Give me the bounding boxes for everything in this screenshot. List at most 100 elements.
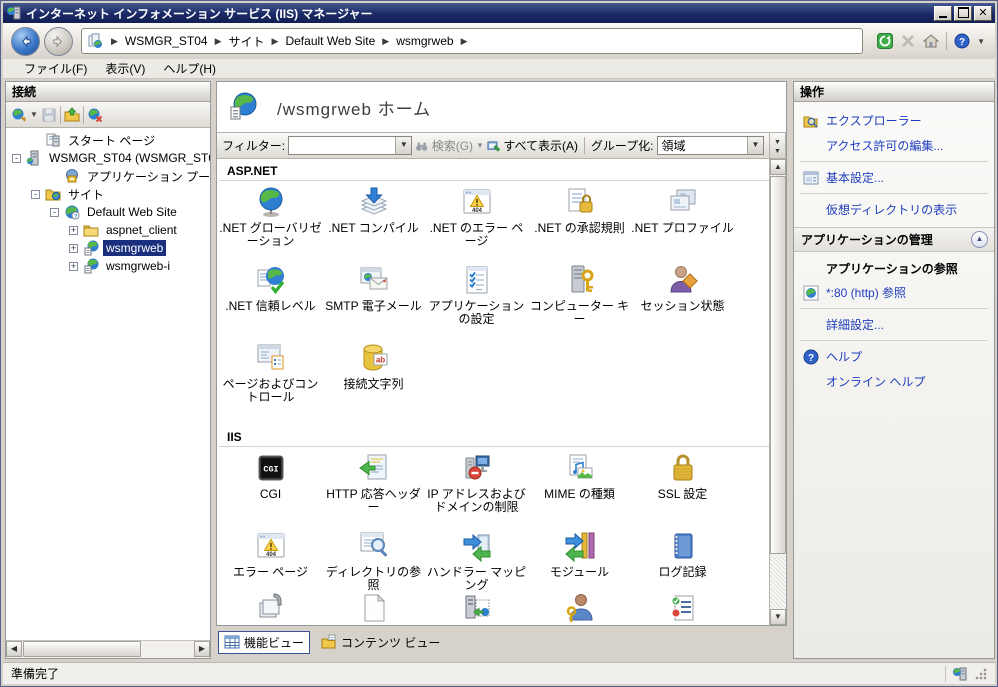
resize-grip[interactable] — [974, 667, 987, 680]
feature-partial-1[interactable] — [219, 587, 322, 625]
toolbar-overflow-icon[interactable]: ▼▼ — [769, 132, 786, 159]
feature-machine-key[interactable]: コンピューター キー — [528, 259, 631, 326]
tree-item-default-web-site[interactable]: - ? Default Web Site — [6, 203, 210, 221]
filter-toolbar: フィルター: ▼ 検索(G) ▼ すべて表示(A) グループ化: 領域 ▼ — [217, 132, 769, 159]
sites-folder-icon — [45, 186, 61, 202]
explorer-link[interactable]: エクスプローラー — [826, 112, 922, 129]
group-by-select[interactable]: 領域 ▼ — [657, 136, 764, 155]
tree-item-server[interactable]: - WSMGR_ST04 (WSMGR_ST04¥ — [6, 149, 210, 167]
feature-ssl-settings[interactable]: SSL 設定 — [631, 447, 734, 501]
scroll-up-icon[interactable]: ▲ — [770, 159, 786, 175]
window-controls-icon — [255, 342, 287, 374]
maximize-button[interactable] — [954, 6, 972, 21]
collapse-chevron-icon[interactable]: ▲ — [971, 231, 988, 248]
close-button[interactable]: ✕ — [974, 6, 992, 21]
advanced-settings-link[interactable]: 詳細設定... — [826, 316, 884, 333]
explorer-icon — [803, 113, 819, 129]
breadcrumb-separator-icon: ▶ — [105, 36, 124, 47]
feature-logging[interactable]: ログ記録 — [631, 525, 734, 579]
feature-pages-and-controls[interactable]: ページおよびコントロール — [219, 337, 322, 404]
feature-ip-restrictions[interactable]: IP アドレスおよびドメインの制限 — [425, 447, 528, 514]
feature-handler-mappings[interactable]: ハンドラー マッピング — [425, 525, 528, 592]
connect-icon[interactable] — [11, 107, 27, 123]
feature-dotnet-compilation[interactable]: .NET コンパイル — [322, 181, 425, 235]
breadcrumb-item-app[interactable]: wsmgrweb — [395, 34, 454, 48]
expander-icon[interactable]: - — [31, 190, 40, 199]
svg-text:CGI: CGI — [263, 465, 278, 475]
chevron-down-icon[interactable]: ▼ — [747, 137, 763, 154]
connect-dropdown-icon[interactable]: ▼ — [30, 110, 38, 119]
expander-icon[interactable]: + — [69, 262, 78, 271]
feature-dotnet-globalization[interactable]: .NET グローバリゼーション — [219, 181, 322, 248]
feature-dotnet-trust-levels[interactable]: .NET 信頼レベル — [219, 259, 322, 313]
feature-partial-3[interactable] — [425, 587, 528, 625]
feature-application-settings[interactable]: アプリケーションの設定 — [425, 259, 528, 326]
forward-button[interactable] — [44, 27, 73, 56]
minimize-button[interactable] — [934, 6, 952, 21]
feature-error-pages[interactable]: 404 エラー ページ — [219, 525, 322, 579]
back-button[interactable] — [11, 27, 40, 56]
iis-manager-window: インターネット インフォメーション サービス (IIS) マネージャー ✕ ▶ … — [0, 0, 998, 687]
tree-item-wsmgrweb[interactable]: + wsmgrweb — [6, 239, 210, 257]
filter-input[interactable]: ▼ — [288, 136, 412, 155]
feature-partial-5[interactable] — [631, 587, 734, 625]
menu-view[interactable]: 表示(V) — [96, 58, 154, 79]
home-button[interactable] — [923, 33, 939, 49]
scroll-right-icon[interactable]: ▶ — [194, 641, 210, 657]
basic-settings-icon — [803, 170, 819, 186]
menu-help[interactable]: ヘルプ(H) — [154, 58, 225, 79]
feature-session-state[interactable]: セッション状態 — [631, 259, 734, 313]
scrollbar-thumb[interactable] — [23, 641, 141, 657]
edit-permissions-link[interactable]: アクセス許可の編集... — [826, 137, 943, 154]
refresh-button[interactable] — [877, 33, 893, 49]
tab-content-view[interactable]: コンテンツ ビュー — [316, 632, 445, 653]
breadcrumb-item-website[interactable]: Default Web Site — [284, 34, 376, 48]
chevron-down-icon[interactable]: ▼ — [395, 137, 411, 154]
profile-forms-icon — [667, 186, 699, 218]
scrollbar-thumb[interactable] — [770, 176, 786, 554]
tree-item-aspnet-client[interactable]: + aspnet_client — [6, 221, 210, 239]
basic-settings-link[interactable]: 基本設定... — [826, 169, 884, 186]
feature-mime-types[interactable]: MIME の種類 — [528, 447, 631, 501]
feature-directory-browsing[interactable]: ディレクトリの参照 — [322, 525, 425, 592]
feature-dotnet-profile[interactable]: .NET プロファイル — [631, 181, 734, 235]
delete-connection-icon[interactable] — [87, 107, 103, 123]
expander-icon[interactable]: + — [69, 226, 78, 235]
scroll-left-icon[interactable]: ◀ — [6, 641, 22, 657]
browse-http-link[interactable]: *:80 (http) 参照 — [826, 284, 906, 301]
breadcrumb[interactable]: ▶ WSMGR_ST04 ▶ サイト ▶ Default Web Site ▶ … — [81, 28, 863, 54]
expander-icon[interactable]: - — [50, 208, 59, 217]
tab-features-view[interactable]: 機能ビュー — [218, 631, 310, 654]
feature-dotnet-authorization[interactable]: .NET の承認規則 — [528, 181, 631, 235]
feature-smtp-email[interactable]: SMTP 電子メール — [322, 259, 425, 313]
feature-http-response-headers[interactable]: HTTP 応答ヘッダー — [322, 447, 425, 514]
view-virtual-directories-link[interactable]: 仮想ディレクトリの表示 — [826, 201, 957, 218]
vertical-scrollbar[interactable]: ▲ ▼ — [769, 159, 786, 625]
menu-file[interactable]: ファイル(F) — [15, 58, 96, 79]
help-button[interactable]: ? — [954, 33, 970, 49]
scroll-down-icon[interactable]: ▼ — [770, 609, 786, 625]
feature-connection-strings[interactable]: ab 接続文字列 — [322, 337, 425, 391]
feature-cgi[interactable]: CGI CGI — [219, 447, 322, 501]
tree-item-sites[interactable]: - サイト — [6, 185, 210, 203]
tree-item-app-pools[interactable]: アプリケーション プール — [6, 167, 210, 185]
media-document-icon — [564, 452, 596, 484]
help-dropdown-icon[interactable]: ▼ — [977, 37, 985, 46]
feature-dotnet-error-pages[interactable]: 404 .NET のエラー ページ — [425, 181, 528, 248]
feature-modules[interactable]: モジュール — [528, 525, 631, 579]
feature-partial-2[interactable] — [322, 587, 425, 625]
breadcrumb-item-sites[interactable]: サイト — [228, 33, 266, 50]
tree-item-wsmgrweb-i[interactable]: + wsmgrweb-i — [6, 257, 210, 275]
horizontal-scrollbar[interactable]: ◀ ▶ — [6, 640, 210, 658]
tree-item-start-page[interactable]: スタート ページ — [6, 131, 210, 149]
application-icon — [83, 240, 99, 256]
breadcrumb-item-server[interactable]: WSMGR_ST04 — [124, 34, 209, 48]
feature-partial-4[interactable] — [528, 587, 631, 625]
show-all-button[interactable]: すべて表示(A) — [503, 137, 578, 154]
person-badge-icon — [667, 264, 699, 296]
up-folder-icon[interactable] — [64, 107, 80, 123]
expander-icon[interactable]: - — [12, 154, 21, 163]
online-help-link[interactable]: オンライン ヘルプ — [826, 373, 925, 390]
expander-icon[interactable]: + — [69, 244, 78, 253]
help-link[interactable]: ヘルプ — [826, 348, 862, 365]
